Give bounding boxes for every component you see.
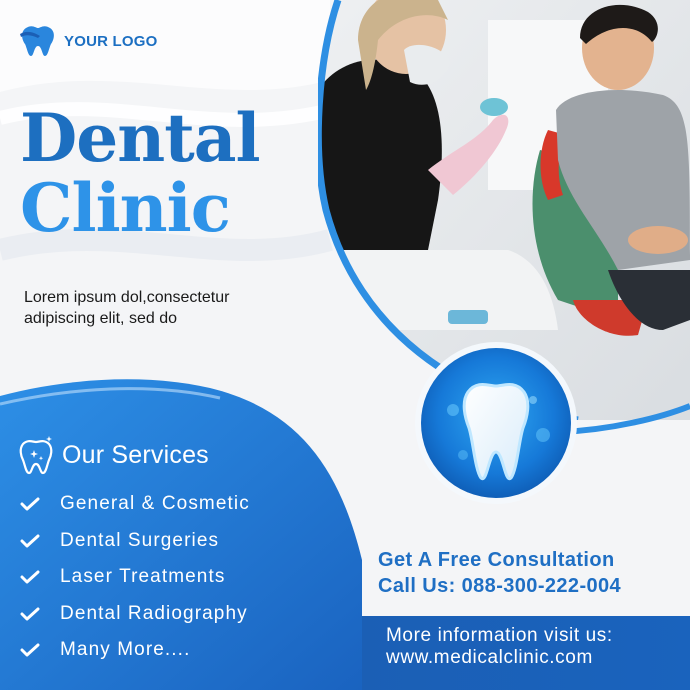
services-list: General & Cosmetic Dental Surgeries Lase… xyxy=(20,486,250,669)
service-label: Laser Treatments xyxy=(60,566,226,588)
service-item: General & Cosmetic xyxy=(20,486,250,523)
checkmark-icon xyxy=(20,534,40,548)
tagline: Lorem ipsum dol,consectetur adipiscing e… xyxy=(24,287,304,329)
flyer-canvas: YOUR LOGO Dental Clinic Lorem ipsum dol,… xyxy=(0,0,690,690)
glowing-tooth-icon xyxy=(415,342,577,504)
brand-logo[interactable]: YOUR LOGO xyxy=(20,24,157,58)
checkmark-icon xyxy=(20,570,40,584)
footer-info-text: More information visit us: xyxy=(386,625,613,646)
title-line-1: Dental xyxy=(20,99,261,177)
consultation-line: Get A Free Consultation xyxy=(378,549,615,571)
service-label: General & Cosmetic xyxy=(60,493,250,515)
tooth-logo-icon xyxy=(20,26,54,56)
logo-text: YOUR LOGO xyxy=(64,32,158,50)
sparkle-tooth-icon xyxy=(19,436,53,475)
checkmark-icon xyxy=(20,607,40,621)
title-line-2: Clinic xyxy=(20,169,231,247)
services-heading: Our Services xyxy=(18,434,209,476)
service-item: Dental Surgeries xyxy=(20,523,250,560)
tagline-line-1: Lorem ipsum dol,consectetur xyxy=(24,289,230,306)
service-item: Laser Treatments xyxy=(20,559,250,596)
checkmark-icon xyxy=(20,643,40,657)
service-label: Many More.... xyxy=(60,639,191,661)
service-label: Dental Radiography xyxy=(60,602,248,624)
checkmark-icon xyxy=(20,497,40,511)
tagline-line-2: adipiscing elit, sed do xyxy=(24,310,177,327)
footer-website-link[interactable]: www.medicalclinic.com xyxy=(386,647,593,669)
service-item: Many More.... xyxy=(20,632,250,669)
service-item: Dental Radiography xyxy=(20,596,250,633)
services-title: Our Services xyxy=(62,440,209,469)
service-label: Dental Surgeries xyxy=(60,529,220,551)
consultation-phone[interactable]: Call Us: 088-300-222-004 xyxy=(378,573,621,599)
